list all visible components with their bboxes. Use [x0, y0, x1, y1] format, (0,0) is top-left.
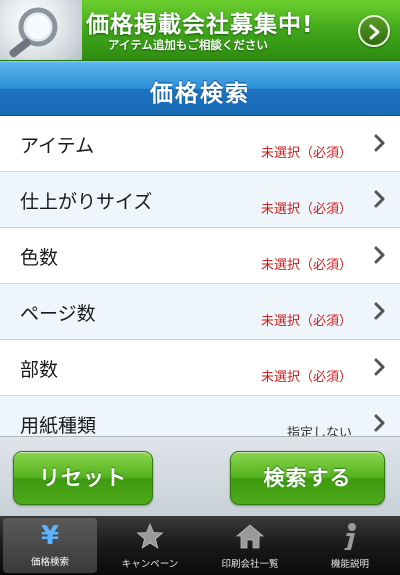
info-icon: [344, 523, 356, 550]
star-icon: [136, 522, 164, 549]
row-label: アイテム: [20, 135, 95, 157]
search-button[interactable]: 検索する: [230, 451, 385, 505]
search-criteria-list: アイテム 未選択（必須） 仕上がりサイズ 未選択（必須） 色数 未選択（必須） …: [0, 116, 400, 436]
house-icon: [235, 524, 265, 549]
tab-printer-list[interactable]: 印刷会社一覧: [200, 516, 300, 575]
tab-label: 印刷会社一覧: [221, 559, 279, 570]
row-label: 用紙種類: [20, 415, 97, 436]
tab-bar: ¥ 価格検索 キャンペーン 印刷会社一覧 機能説明: [0, 516, 400, 575]
tab-label: 価格検索: [30, 557, 69, 568]
criteria-row-paper[interactable]: 用紙種類 指定しない: [0, 396, 400, 436]
row-value: 未選択（必須）: [260, 146, 352, 161]
chevron-right-icon: [374, 302, 385, 320]
tab-help[interactable]: 機能説明: [300, 516, 400, 575]
banner-subtitle: アイテム追加もご相談ください: [108, 38, 268, 52]
row-label: 仕上がりサイズ: [20, 191, 153, 213]
yen-icon: ¥: [40, 521, 60, 551]
promo-banner[interactable]: 価格掲載会社募集中! アイテム追加もご相談ください: [0, 0, 400, 61]
row-value: 未選択（必須）: [260, 370, 352, 385]
chevron-right-icon: [374, 414, 385, 432]
banner-title: 価格掲載会社募集中!: [86, 12, 314, 38]
tab-label: キャンペーン: [121, 559, 179, 570]
chevron-right-icon: [374, 246, 385, 264]
row-value: 未選択（必須）: [260, 314, 352, 329]
criteria-row-size[interactable]: 仕上がりサイズ 未選択（必須）: [0, 172, 400, 228]
page-title: 価格検索: [150, 81, 250, 107]
tab-campaign[interactable]: キャンペーン: [100, 516, 200, 575]
row-value: 未選択（必須）: [260, 202, 352, 217]
row-value: 指定しない: [286, 426, 352, 436]
row-label: ページ数: [20, 303, 96, 325]
criteria-row-pages[interactable]: ページ数 未選択（必須）: [0, 284, 400, 340]
tab-price-search[interactable]: ¥ 価格検索: [3, 518, 97, 573]
row-label: 部数: [20, 359, 59, 381]
criteria-row-item[interactable]: アイテム 未選択（必須）: [0, 116, 400, 172]
chevron-right-icon: [374, 134, 385, 152]
row-label: 色数: [20, 247, 59, 269]
chevron-right-icon: [369, 24, 380, 40]
reset-button[interactable]: リセット: [13, 451, 153, 505]
chevron-right-icon: [374, 190, 385, 208]
magnifier-icon: [0, 0, 82, 60]
row-value: 未選択（必須）: [260, 258, 352, 273]
criteria-row-colors[interactable]: 色数 未選択（必須）: [0, 228, 400, 284]
chevron-right-icon: [374, 358, 385, 376]
page-header: 価格検索: [0, 61, 400, 116]
criteria-row-copies[interactable]: 部数 未選択（必須）: [0, 340, 400, 396]
action-bar: リセット 検索する: [0, 436, 400, 516]
tab-label: 機能説明: [330, 559, 369, 570]
banner-arrow-button[interactable]: [358, 15, 390, 47]
